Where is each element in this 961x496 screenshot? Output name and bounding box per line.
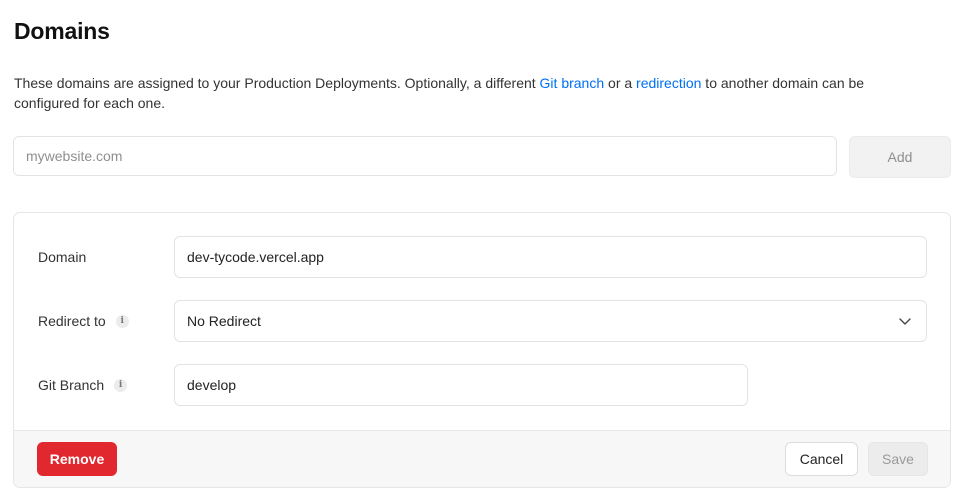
- cancel-button[interactable]: Cancel: [785, 442, 858, 476]
- domain-field-value: dev-tycode.vercel.app: [187, 249, 324, 265]
- domain-label-row: Domain: [38, 249, 86, 265]
- git-branch-label-row: Git Branch i: [38, 377, 128, 393]
- redirection-link[interactable]: redirection: [636, 75, 701, 91]
- redirect-select-value: No Redirect: [187, 313, 261, 329]
- git-branch-field-value: develop: [187, 377, 237, 393]
- domain-field[interactable]: dev-tycode.vercel.app: [174, 236, 927, 278]
- chevron-down-icon: [899, 318, 911, 325]
- new-domain-input[interactable]: [13, 136, 837, 176]
- git-branch-field[interactable]: develop: [174, 364, 748, 406]
- save-button[interactable]: Save: [868, 442, 928, 476]
- domain-card: Domain dev-tycode.vercel.app Redirect to…: [13, 212, 951, 488]
- description-text-2: or a: [604, 75, 637, 91]
- redirect-label: Redirect to: [38, 313, 106, 329]
- add-domain-button[interactable]: Add: [849, 136, 951, 178]
- domain-label: Domain: [38, 249, 87, 265]
- domains-description: These domains are assigned to your Produ…: [14, 73, 914, 113]
- redirect-label-row: Redirect to i: [38, 313, 129, 329]
- info-icon[interactable]: i: [114, 378, 128, 392]
- redirect-select[interactable]: No Redirect: [174, 300, 927, 342]
- git-branch-link[interactable]: Git branch: [540, 75, 605, 91]
- domain-card-footer: Remove Cancel Save: [14, 430, 950, 487]
- description-text-1: These domains are assigned to your Produ…: [14, 75, 540, 91]
- remove-button[interactable]: Remove: [37, 442, 117, 476]
- domains-settings-page: Domains These domains are assigned to yo…: [0, 0, 961, 496]
- info-icon[interactable]: i: [115, 314, 129, 328]
- git-branch-label: Git Branch: [38, 377, 105, 393]
- page-title: Domains: [14, 18, 110, 44]
